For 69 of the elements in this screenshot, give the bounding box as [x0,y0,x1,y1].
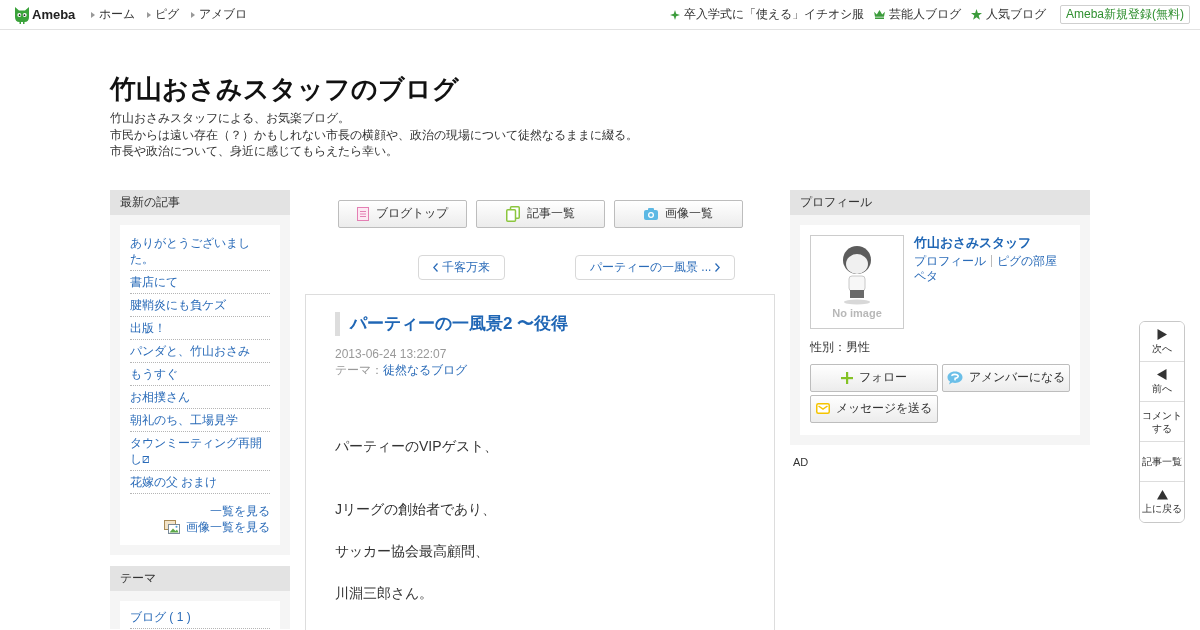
caret-icon [191,11,196,18]
chevron-left-icon [433,262,438,272]
plus-icon [841,371,853,384]
profile-nav-link[interactable]: ペタ [914,268,938,284]
document-icon [356,206,369,221]
header-link[interactable]: 芸能人ブログ [874,7,961,22]
profile-nav-link[interactable]: プロフィール [914,253,986,269]
envelope-icon [816,403,830,414]
gender-text: 性別：男性 [810,338,871,355]
panel-heading: 最新の記事 [110,189,290,215]
caret-icon [91,11,96,18]
blog-title[interactable]: 竹山おさみスタッフのブログ [110,74,1090,104]
article-link[interactable]: 出版！ [130,316,270,340]
copy-icon [505,205,520,222]
blog-nav-button[interactable]: 画像一覧 [613,199,743,228]
article-link[interactable]: 花嫁の父 おまけ [130,470,270,494]
image-list-link[interactable]: 画像一覧を見る [164,518,270,535]
triangle-left-icon [1157,368,1167,380]
theme-label: テーマ： [335,362,383,377]
camera-icon [643,207,658,220]
header-link[interactable]: 人気ブログ [971,7,1046,22]
article-paragraph: Jリーグの創始者であり、 [335,499,497,519]
next-post-button[interactable]: パーティーの一風景 ... [575,254,736,280]
article-link[interactable]: お相撲さん [130,385,270,409]
ad-label: AD [792,455,810,469]
article-link[interactable]: もうすぐ [130,362,270,386]
blog-nav-button[interactable]: ブログトップ [337,199,467,228]
panel-heading: テーマ [110,565,290,591]
profile-action-button[interactable]: アメンバーになる [942,363,1070,392]
no-image-caption: No image [832,306,882,319]
blog-nav-button[interactable]: 記事一覧 [475,199,605,228]
article-paragraph: サッカー協会最高顧問、 [335,541,490,561]
speech-bubble-icon [947,370,963,385]
article-link[interactable]: 腱鞘炎にも負ケズ [130,293,270,317]
header-link[interactable]: 卒入学式に「使える」イチオシ服 [670,7,864,22]
profile-action-button[interactable]: フォロー [810,363,938,392]
sparkle-icon [670,9,680,20]
crown-icon [874,10,885,19]
triangle-up-icon [1156,489,1168,500]
previous-post-button[interactable]: 千客万来 [418,254,505,280]
post-date: 2013-06-24 13:22:07 [335,345,448,362]
profile-action-button[interactable]: メッセージを送る [810,394,938,423]
caret-icon [147,11,152,18]
register-button[interactable]: Ameba新規登録(無料) [1060,5,1190,24]
blog-description: 竹山おさみスタッフによる、お気楽ブログ。 市民からは遠い存在（？）かもしれない市長の横顔や、政治の現場について徒然なるままに綴る。 市長や政治について、身近に感じてもらえたら幸い。 [110,110,639,160]
article-link[interactable]: 書店にて [130,270,270,294]
profile-nav-link[interactable]: ピグの部屋 [997,253,1057,269]
article-link[interactable]: パンダと、竹山おさみ [130,339,270,363]
article-link[interactable]: ありがとうございました。 [130,231,270,271]
side-nav-button[interactable]: 次へ [1140,322,1184,362]
article-title[interactable]: パーティーの一風景2 〜役得 [335,311,745,336]
profile-name[interactable]: 竹山おさみスタッフ [914,234,1031,251]
article-paragraph: パーティーのVIPゲスト、 [335,436,499,456]
nav-link[interactable]: アメブロ [191,7,248,22]
article-paragraph: 川淵三郎さん。 [335,583,434,603]
ameba-logo[interactable]: Ameba [14,5,76,24]
chevron-right-icon [715,262,721,272]
theme-link[interactable]: ブログ ( 1 ) [130,605,270,629]
article-link[interactable]: タウンミーティング再開し⧄ [130,431,270,471]
triangle-right-icon [1157,328,1167,340]
panel-heading: プロフィール [790,189,1090,215]
view-all-link[interactable]: 一覧を見る [210,502,270,519]
creature-logo-icon [14,5,30,24]
article-link[interactable]: 朝礼のち、工場見学 [130,408,270,432]
star-icon [971,9,982,20]
nav-link[interactable]: ピグ [147,7,180,22]
image-stack-icon [164,519,180,534]
theme-link[interactable]: 徒然なるブログ [383,362,467,377]
nav-link[interactable]: ホーム [91,7,136,22]
